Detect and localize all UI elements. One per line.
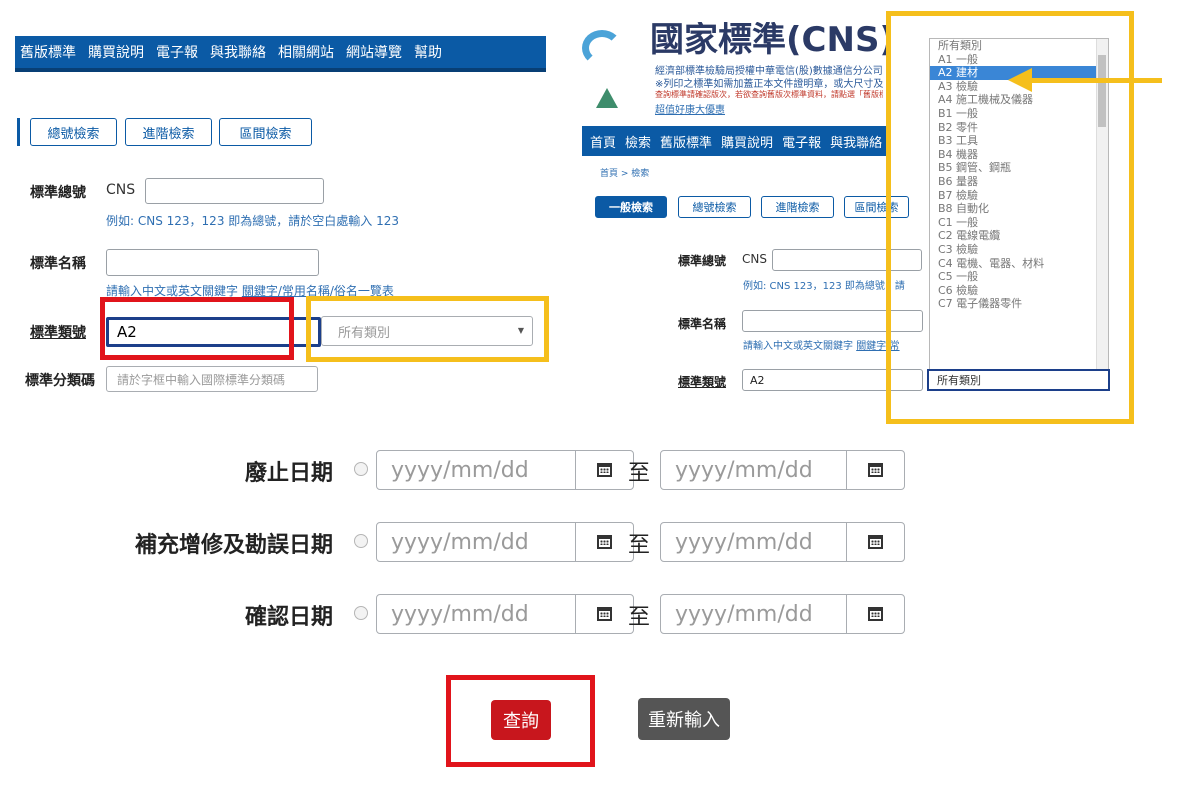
abolish-date-label: 廢止日期 xyxy=(244,461,333,486)
nav-related-sites[interactable]: 相關網站 xyxy=(278,42,334,62)
abolish-from-calendar-button[interactable] xyxy=(575,450,634,490)
reset-button[interactable]: 重新輸入 xyxy=(638,698,730,740)
amend-date-to[interactable]: yyyy/mm/dd xyxy=(660,522,848,562)
abolish-to-label: 至 xyxy=(628,461,651,486)
r-std-name-label: 標準名稱 xyxy=(678,317,727,331)
calendar-icon xyxy=(597,535,612,549)
tab-advanced-search[interactable]: 進階檢索 xyxy=(125,118,212,146)
r-nav-search[interactable]: 檢索 xyxy=(625,132,651,151)
nav-help[interactable]: 幫助 xyxy=(414,42,442,62)
abolish-date-from[interactable]: yyyy/mm/dd xyxy=(376,450,576,490)
confirm-to-label: 至 xyxy=(628,605,651,630)
std-name-hint: 請輸入中文或英文關鍵字 xyxy=(106,284,239,298)
confirm-to-calendar-button[interactable] xyxy=(846,594,905,634)
tab-number-search[interactable]: 總號檢索 xyxy=(30,118,117,146)
confirm-date-label: 確認日期 xyxy=(244,605,333,630)
amend-to-label: 至 xyxy=(628,533,651,558)
amend-date-radio[interactable] xyxy=(354,534,368,548)
r-nav-old-standards[interactable]: 舊版標準 xyxy=(660,132,712,151)
r-tab-number[interactable]: 總號檢索 xyxy=(678,196,751,218)
isc-label-text: 標準分類碼 xyxy=(25,373,95,389)
category-label[interactable]: 標準類號 xyxy=(30,322,86,342)
r-nav-purchase[interactable]: 購買說明 xyxy=(721,132,773,151)
std-number-label: 標準總號 xyxy=(30,185,86,201)
highlight-red-category xyxy=(100,297,294,360)
highlight-red-query xyxy=(446,675,595,767)
left-top-nav: 舊版標準 購買說明 電子報 與我聯絡 相關網站 網站導覽 幫助 xyxy=(15,36,546,68)
calendar-icon xyxy=(597,607,612,621)
nav-sitemap[interactable]: 網站導覽 xyxy=(346,42,402,62)
r-category-label[interactable]: 標準類號 xyxy=(678,373,726,390)
cns-logo xyxy=(582,30,622,66)
r-nav-contact[interactable]: 與我聯絡 xyxy=(830,132,882,151)
calendar-icon xyxy=(868,463,883,477)
amend-date-from[interactable]: yyyy/mm/dd xyxy=(376,522,576,562)
tab-range-search[interactable]: 區間檢索 xyxy=(219,118,312,146)
confirm-from-calendar-button[interactable] xyxy=(575,594,634,634)
abolish-date-to[interactable]: yyyy/mm/dd xyxy=(660,450,848,490)
amend-to-calendar-button[interactable] xyxy=(846,522,905,562)
info-line-2: ※列印之標準如需加蓋正本文件證明章，或大尺寸及 xyxy=(655,79,883,90)
confirm-date-to[interactable]: yyyy/mm/dd xyxy=(660,594,848,634)
logo-triangle xyxy=(596,88,618,108)
isc-input[interactable]: 請於字框中輸入國際標準分類碼 xyxy=(106,366,318,392)
confirm-date-radio[interactable] xyxy=(354,606,368,620)
right-top-nav: 首頁 檢索 舊版標準 購買說明 電子報 與我聯絡 xyxy=(582,126,887,156)
std-name-input[interactable] xyxy=(106,249,319,276)
isc-label: 標準分類碼 xyxy=(0,370,95,390)
nav-contact[interactable]: 與我聯絡 xyxy=(210,42,266,62)
std-number-input[interactable] xyxy=(145,178,324,204)
r-nav-newsletter[interactable]: 電子報 xyxy=(782,132,821,151)
confirm-date-from[interactable]: yyyy/mm/dd xyxy=(376,594,576,634)
std-name-label: 標準名稱 xyxy=(30,256,86,272)
r-tab-advanced[interactable]: 進階檢索 xyxy=(761,196,834,218)
r-tab-general[interactable]: 一般檢索 xyxy=(595,196,667,218)
promo-link[interactable]: 超值好康大優惠 xyxy=(655,101,725,116)
calendar-icon xyxy=(868,607,883,621)
calendar-icon xyxy=(868,535,883,549)
cns-prefix: CNS xyxy=(106,182,136,198)
r-nav-home[interactable]: 首頁 xyxy=(590,132,616,151)
abolish-date-radio[interactable] xyxy=(354,462,368,476)
nav-purchase-info[interactable]: 購買說明 xyxy=(88,42,144,62)
highlight-yellow-select xyxy=(306,296,549,362)
r-std-number-label: 標準總號 xyxy=(678,254,727,268)
tab-general-edge[interactable] xyxy=(17,118,20,146)
calendar-icon xyxy=(597,463,612,477)
r-std-name-hint: 請輸入中文或英文關鍵字 xyxy=(743,341,853,352)
info-line-3: 查詢標準請確認版次，若欲查詢舊版次標準資料，請點選「舊版標準」 xyxy=(655,90,883,99)
arrow-shaft xyxy=(1030,78,1162,83)
abolish-to-calendar-button[interactable] xyxy=(846,450,905,490)
site-title: 國家標準(CNS)網路 xyxy=(650,22,890,58)
breadcrumb[interactable]: 首頁 > 檢索 xyxy=(600,166,649,179)
nav-newsletter[interactable]: 電子報 xyxy=(156,42,198,62)
nav-old-standards[interactable]: 舊版標準 xyxy=(20,42,76,62)
amend-date-label: 補充增修及勘誤日期 xyxy=(134,533,333,558)
amend-from-calendar-button[interactable] xyxy=(575,522,634,562)
r-cns-prefix: CNS xyxy=(742,252,767,266)
nav-shadow xyxy=(15,68,546,72)
arrow-left-icon xyxy=(1008,68,1032,92)
std-number-hint: 例如: CNS 123，123 即為總號，請於空白處輸入 123 xyxy=(106,214,399,228)
